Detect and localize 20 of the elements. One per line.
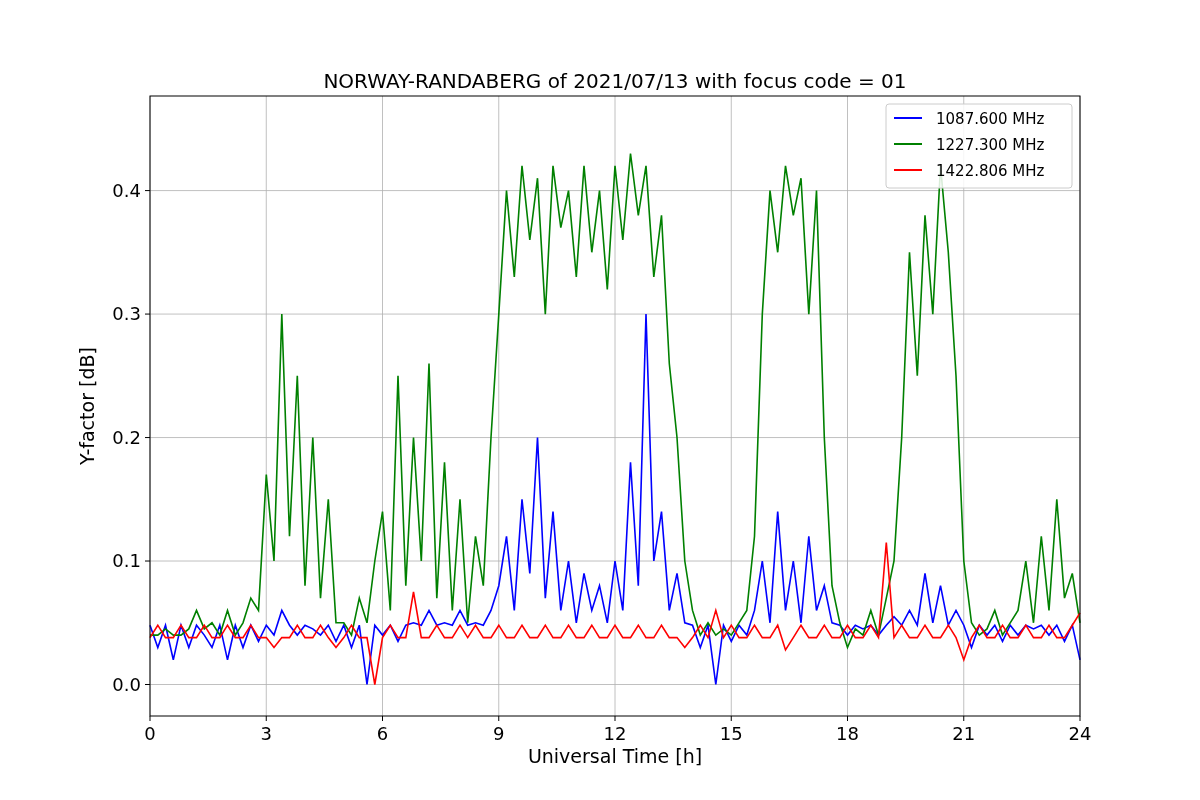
tick-label: 0.3: [112, 303, 141, 325]
chart-title: NORWAY-RANDABERG of 2021/07/13 with focus code = 01: [323, 69, 907, 93]
tick-label: 0.1: [112, 550, 141, 572]
legend-label: 1227.300 MHz: [936, 136, 1045, 154]
legend-label: 1087.600 MHz: [936, 110, 1045, 128]
axis-label: Universal Time [h]: [527, 745, 703, 767]
tick-label: 12: [603, 723, 627, 744]
tick-label: 0.0: [112, 673, 141, 695]
legend-label: 1422.806 MHz: [936, 162, 1045, 180]
tick-label: 15: [719, 723, 743, 744]
tick-label: 9: [493, 723, 505, 744]
tick-label: 24: [1068, 723, 1092, 744]
tick-label: 0: [144, 723, 156, 744]
tick-label: 3: [260, 723, 272, 744]
tick-label: 0.2: [112, 426, 141, 448]
tick-label: 6: [376, 723, 389, 744]
tick-label: 0.4: [112, 179, 141, 201]
tick-label: 18: [836, 723, 859, 744]
tick-label: 21: [952, 723, 976, 744]
axis-label: Y-factor [dB]: [76, 347, 98, 465]
